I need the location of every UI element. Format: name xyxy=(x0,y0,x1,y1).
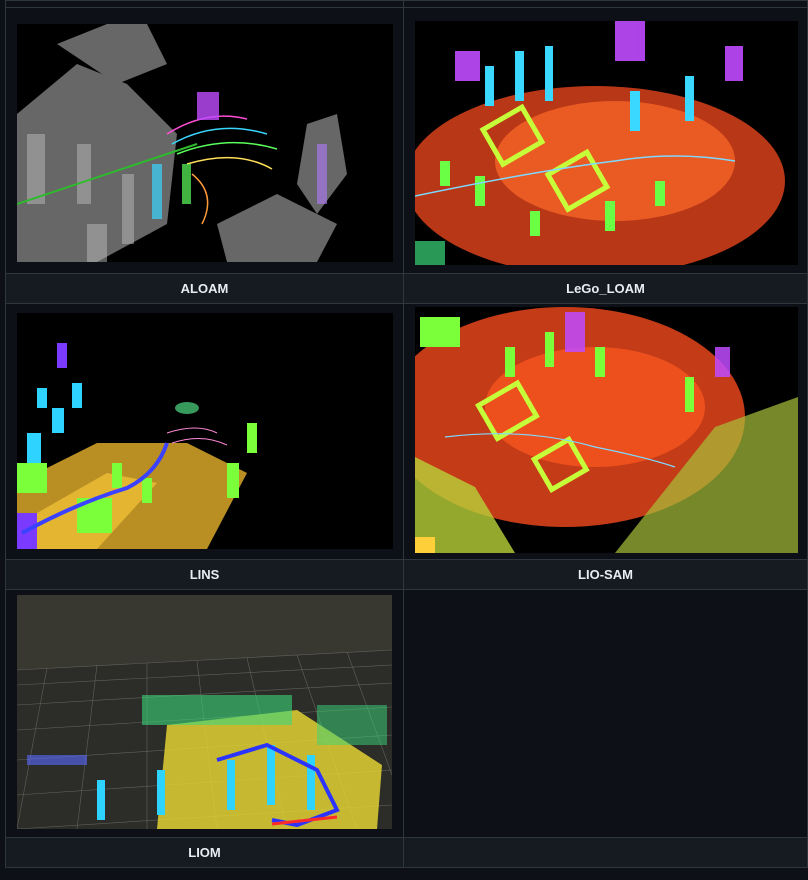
table-cell-lego-loam-label: LeGo_LOAM xyxy=(403,273,808,304)
table-cell-lego-loam-image xyxy=(403,7,808,274)
method-label: LIOM xyxy=(188,845,221,860)
table-cell-liom-image xyxy=(5,589,404,838)
method-label: ALOAM xyxy=(180,281,229,296)
method-label: LIO-SAM xyxy=(578,567,633,582)
method-label: LINS xyxy=(189,567,220,582)
table-cell-aloam-label: ALOAM xyxy=(5,273,404,304)
aloam-pointcloud-image xyxy=(17,24,393,262)
table-cell-lins-image xyxy=(5,303,404,560)
table-cell-lio-sam-image xyxy=(403,303,808,560)
lego-loam-pointcloud-image xyxy=(415,21,798,265)
table-cell-empty-image xyxy=(403,589,808,838)
table-cell-empty-label xyxy=(403,837,808,868)
table-cell-lio-sam-label: LIO-SAM xyxy=(403,559,808,590)
table-cell-liom-label: LIOM xyxy=(5,837,404,868)
lins-pointcloud-image xyxy=(17,313,393,549)
method-label: LeGo_LOAM xyxy=(566,281,645,296)
lio-sam-pointcloud-image xyxy=(415,307,798,553)
table-cell-aloam-image xyxy=(5,7,404,274)
liom-pointcloud-image xyxy=(17,595,392,829)
table-cell-lins-label: LINS xyxy=(5,559,404,590)
